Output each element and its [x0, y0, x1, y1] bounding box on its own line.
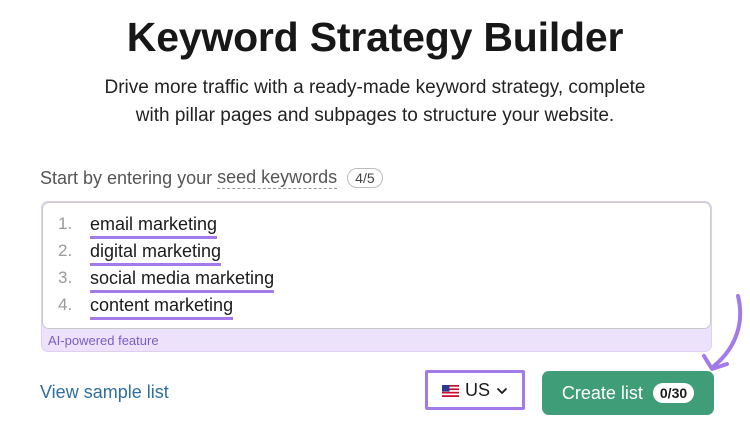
- keyword-text[interactable]: social media marketing: [90, 268, 275, 293]
- seed-keywords-row: Start by entering your seed keywords 4/5: [40, 166, 383, 190]
- subtitle-line-2: with pillar pages and subpages to struct…: [135, 105, 615, 126]
- view-sample-list-link[interactable]: View sample list: [40, 382, 169, 403]
- keyword-item: 1. email marketing: [58, 214, 274, 241]
- ai-powered-label: AI-powered feature: [48, 333, 159, 348]
- create-list-label: Create list: [561, 382, 643, 403]
- page-subtitle: Drive more traffic with a ready-made key…: [0, 74, 750, 130]
- country-value: US: [464, 379, 490, 400]
- keyword-text[interactable]: content marketing: [90, 295, 234, 320]
- keyword-item: 3. social media marketing: [58, 268, 275, 295]
- keyword-item: 2. digital marketing: [58, 241, 274, 268]
- create-count-badge: 0/30: [652, 383, 695, 403]
- keyword-number: 3.: [58, 268, 73, 287]
- chevron-down-icon: [496, 384, 508, 396]
- keyword-number: 2.: [58, 241, 73, 260]
- keyword-text[interactable]: digital marketing: [90, 241, 222, 266]
- subtitle-line-1: Drive more traffic with a ready-made key…: [104, 77, 646, 98]
- country-select[interactable]: US: [425, 370, 525, 410]
- keyword-text[interactable]: email marketing: [90, 214, 218, 239]
- seed-count-badge: 4/5: [347, 168, 383, 188]
- create-list-button[interactable]: Create list 0/30: [542, 371, 714, 415]
- keyword-number: 1.: [58, 214, 73, 233]
- seed-keywords-link[interactable]: seed keywords: [217, 167, 338, 189]
- seed-prompt-label: Start by entering your: [40, 167, 213, 188]
- us-flag-icon: [441, 384, 459, 397]
- keywords-list: 1. email marketing 2. digital marketing …: [58, 214, 275, 322]
- keywords-input-wrapper: 1. email marketing 2. digital marketing …: [41, 201, 712, 352]
- page-title: Keyword Strategy Builder: [126, 14, 624, 60]
- keyword-number: 4.: [58, 295, 73, 314]
- curved-arrow-icon: [702, 294, 743, 371]
- keywords-textarea[interactable]: 1. email marketing 2. digital marketing …: [42, 202, 711, 329]
- keyword-item: 4. content marketing: [58, 295, 274, 322]
